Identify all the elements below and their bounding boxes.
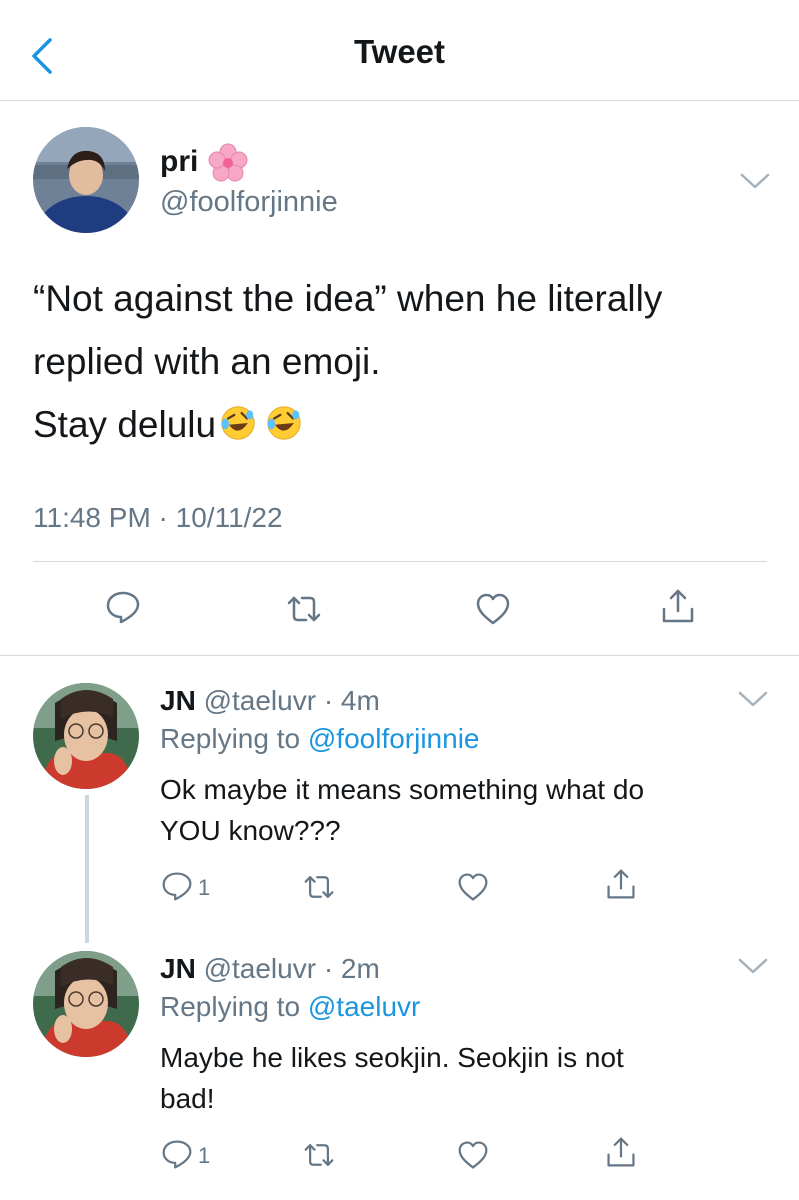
replying-to-label: Replying to — [160, 723, 308, 754]
reply-line: YOU know??? — [160, 815, 341, 846]
reply-author-name[interactable]: JN — [160, 685, 196, 716]
page-title: Tweet — [353, 33, 446, 70]
avatar-photo — [33, 951, 139, 1057]
reply-line: bad! — [160, 1083, 215, 1114]
share-icon[interactable] — [605, 1136, 637, 1168]
reply-count: 1 — [198, 1143, 211, 1168]
tweet-line: Stay delulu — [33, 404, 217, 445]
reply-text: Ok maybe it means something what do YOU … — [160, 769, 760, 851]
timestamp-divider — [33, 561, 767, 562]
author-handle[interactable]: @foolforjinnie — [160, 186, 338, 219]
header-divider — [0, 100, 799, 101]
author-avatar[interactable] — [33, 127, 139, 233]
replying-to-link[interactable]: @foolforjinnie — [308, 723, 480, 754]
author-name[interactable]: pri — [160, 145, 198, 179]
retweet-icon[interactable] — [303, 871, 335, 903]
reply-text: Maybe he likes seokjin. Seokjin is not b… — [160, 1037, 760, 1119]
like-heart-icon[interactable] — [475, 591, 511, 627]
tweet-line-3: Stay delulu — [33, 393, 662, 456]
reply-time: · 2m — [323, 953, 380, 984]
reply-header: JN @taeluvr · 4m — [160, 685, 380, 717]
reply-icon[interactable] — [105, 589, 141, 625]
tweet-text: “Not against the idea” when he literally… — [33, 267, 662, 456]
share-icon[interactable] — [605, 868, 637, 900]
reply-author-name[interactable]: JN — [160, 953, 196, 984]
reply-header: JN @taeluvr · 2m — [160, 953, 380, 985]
tweet-line: replied with an emoji. — [33, 341, 381, 382]
reply-icon[interactable] — [161, 1138, 193, 1170]
chevron-down-icon[interactable] — [739, 171, 771, 191]
reply-line: Ok maybe it means something what do — [160, 774, 645, 805]
avatar-photo — [33, 683, 139, 789]
cherry-blossom-icon — [208, 143, 248, 182]
replying-to: Replying to @taeluvr — [160, 991, 420, 1023]
reply-line: Maybe he likes seokjin. Seokjin is not — [160, 1042, 624, 1073]
reply-author-handle[interactable]: @taeluvr — [204, 953, 316, 984]
avatar-photo — [33, 127, 139, 233]
share-icon[interactable] — [660, 588, 696, 624]
chevron-down-icon[interactable] — [737, 956, 769, 976]
reply-avatar[interactable] — [33, 683, 139, 789]
reply-icon[interactable] — [161, 870, 193, 902]
thread-line — [85, 795, 89, 943]
tweet-timestamp: 11:48 PM · 10/11/22 — [33, 502, 283, 533]
rolling-laughing-emoji — [221, 406, 255, 440]
retweet-icon[interactable] — [286, 591, 322, 627]
reply-count: 1 — [198, 875, 211, 900]
replying-to: Replying to @foolforjinnie — [160, 723, 480, 755]
like-heart-icon[interactable] — [457, 871, 489, 903]
reply-author-handle[interactable]: @taeluvr — [204, 685, 316, 716]
tweet-divider — [0, 655, 799, 656]
replying-to-label: Replying to — [160, 991, 308, 1022]
reply-avatar[interactable] — [33, 951, 139, 1057]
chevron-down-icon[interactable] — [737, 689, 769, 709]
rolling-laughing-emoji — [267, 406, 301, 440]
like-heart-icon[interactable] — [457, 1139, 489, 1171]
replying-to-link[interactable]: @taeluvr — [308, 991, 420, 1022]
tweet-line: “Not against the idea” when he literally — [33, 278, 663, 319]
retweet-icon[interactable] — [303, 1139, 335, 1171]
reply-time: · 4m — [323, 685, 380, 716]
